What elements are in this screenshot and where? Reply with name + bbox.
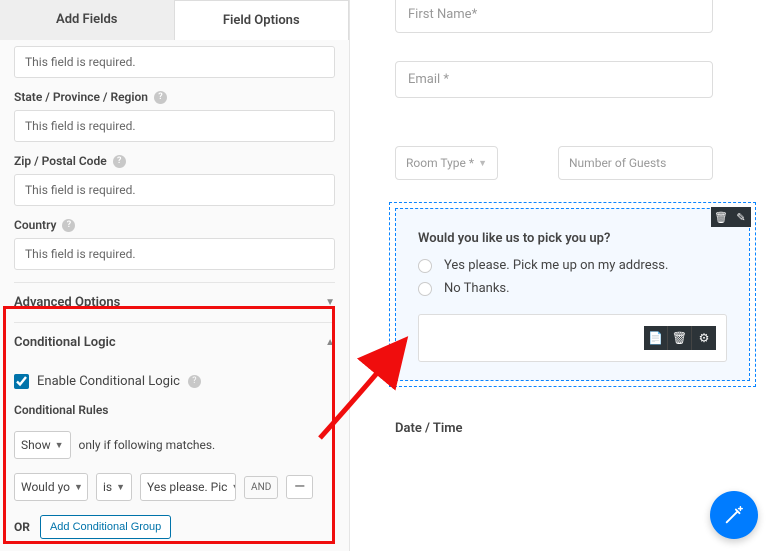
chevron-down-icon: ▼ — [116, 482, 125, 493]
zip-label: Zip / Postal Code ? — [14, 154, 335, 168]
left-panel: Add Fields Field Options This field is r… — [0, 0, 350, 551]
settings-button[interactable]: ⚙ — [692, 326, 716, 350]
radio-icon — [418, 259, 432, 273]
block-actions: 🗑 ✎ — [711, 207, 751, 227]
email-field[interactable]: Email * — [395, 61, 713, 98]
enable-conditional-input[interactable] — [14, 374, 29, 389]
wand-icon — [723, 504, 745, 526]
pickup-question: Would you like us to pick you up? — [418, 231, 727, 246]
room-type-select[interactable]: Room Type * ▼ — [395, 146, 498, 180]
enable-conditional-checkbox[interactable]: Enable Conditional Logic ? — [14, 374, 335, 389]
help-icon[interactable]: ? — [113, 155, 126, 168]
help-icon[interactable]: ? — [154, 91, 167, 104]
number-of-guests-field[interactable]: Number of Guests — [558, 146, 713, 180]
state-input[interactable]: This field is required. — [14, 110, 335, 142]
edit-block-button[interactable]: ✎ — [731, 207, 751, 227]
radio-icon — [418, 282, 432, 296]
state-label: State / Province / Region ? — [14, 90, 335, 104]
chevron-down-icon: ▼ — [478, 158, 487, 169]
date-time-label: Date / Time — [395, 421, 750, 436]
chevron-down-icon: ▼ — [74, 482, 83, 493]
zip-input[interactable]: This field is required. — [14, 174, 335, 206]
remove-rule-button[interactable]: — — [286, 475, 313, 499]
chevron-down-icon: ▼ — [55, 440, 64, 451]
rule-value-select[interactable]: Yes please. Pic▼ — [140, 473, 236, 501]
help-icon[interactable]: ? — [62, 219, 75, 232]
chevron-up-icon: ▲ — [325, 337, 335, 348]
first-name-field[interactable]: First Name* — [395, 0, 713, 33]
or-label: OR — [14, 520, 30, 534]
conditional-rules-label: Conditional Rules — [14, 403, 335, 417]
conditional-logic-body: Enable Conditional Logic ? Conditional R… — [14, 362, 335, 549]
add-conditional-group-button[interactable]: Add Conditional Group — [40, 515, 171, 539]
radio-option-yes[interactable]: Yes please. Pick me up on my address. — [418, 258, 727, 273]
section-conditional-logic[interactable]: Conditional Logic ▲ — [14, 322, 335, 362]
matches-text: only if following matches. — [79, 438, 216, 452]
tab-field-options[interactable]: Field Options — [174, 0, 350, 40]
rule-field-select[interactable]: Would yo▼ — [14, 473, 88, 501]
section-advanced-options[interactable]: Advanced Options ▼ — [14, 282, 335, 322]
inner-placeholder-box: 📄 🗑 ⚙ — [418, 314, 727, 362]
country-input[interactable]: This field is required. — [14, 238, 335, 270]
delete-block-button[interactable]: 🗑 — [711, 207, 731, 227]
selected-radio-block[interactable]: 🗑 ✎ Would you like us to pick you up? Ye… — [395, 208, 750, 381]
enable-conditional-label: Enable Conditional Logic — [37, 374, 180, 389]
tabs: Add Fields Field Options — [0, 0, 349, 40]
and-badge[interactable]: AND — [244, 476, 278, 499]
truncated-field-input[interactable]: This field is required. — [14, 46, 335, 78]
delete-button[interactable]: 🗑 — [668, 326, 692, 350]
show-select[interactable]: Show▼ — [14, 431, 71, 459]
rule-operator-select[interactable]: is▼ — [96, 473, 132, 501]
fab-button[interactable] — [710, 491, 758, 539]
tab-add-fields[interactable]: Add Fields — [0, 0, 174, 40]
radio-option-no[interactable]: No Thanks. — [418, 281, 727, 296]
chevron-down-icon: ▼ — [325, 297, 335, 308]
chevron-down-icon: ▼ — [231, 482, 236, 493]
duplicate-button[interactable]: 📄 — [644, 326, 668, 350]
form-preview: First Name* Email * Room Type * ▼ Number… — [350, 0, 770, 551]
country-label: Country ? — [14, 218, 335, 232]
help-icon[interactable]: ? — [188, 375, 201, 388]
